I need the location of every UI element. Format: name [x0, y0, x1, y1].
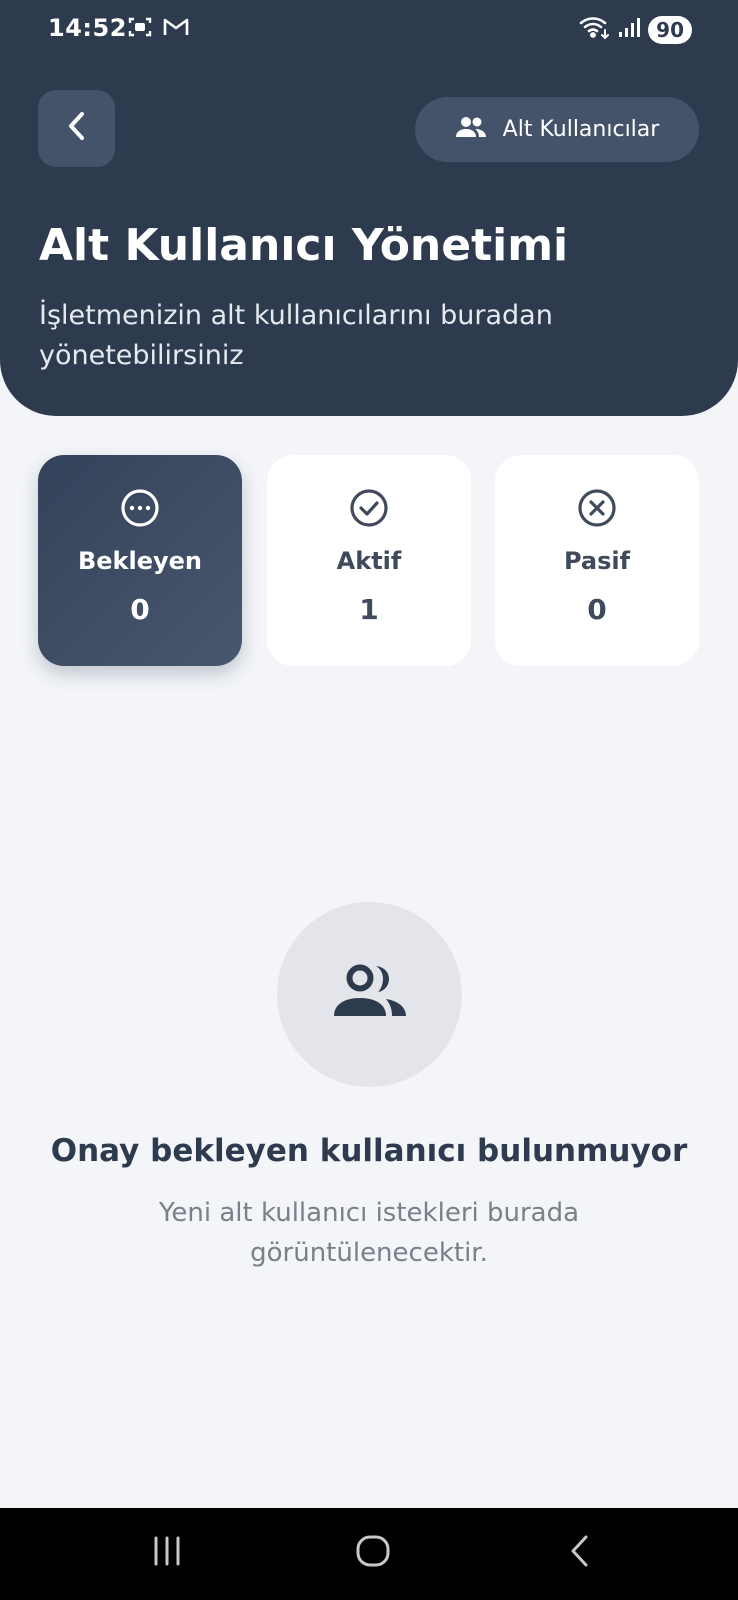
battery-badge: 90 — [648, 15, 692, 44]
status-time: 14:52 — [48, 14, 127, 42]
navigation-bar — [0, 1508, 738, 1600]
wifi-icon — [578, 14, 610, 45]
stat-card-passive[interactable]: Pasif 0 — [495, 455, 699, 666]
users-icon — [455, 115, 487, 145]
users-icon — [330, 962, 410, 1027]
empty-state-illustration — [277, 902, 462, 1087]
stat-value-active: 1 — [359, 593, 379, 626]
empty-state-title: Onay bekleyen kullanıcı bulunmuyor — [50, 1133, 688, 1169]
status-bar: 14:52 90 — [0, 0, 738, 52]
screen-record-icon — [128, 16, 152, 43]
sub-users-button[interactable]: Alt Kullanıcılar — [415, 97, 699, 162]
stat-card-active[interactable]: Aktif 1 — [267, 455, 471, 666]
header: Alt Kullanıcılar Alt Kullanıcı Yönetimi … — [0, 52, 738, 416]
pending-dots-icon — [119, 487, 161, 529]
status-icons-left — [128, 16, 190, 43]
stat-card-pending[interactable]: Bekleyen 0 — [38, 455, 242, 666]
chevron-left-icon — [63, 108, 91, 149]
stat-value-passive: 0 — [587, 593, 607, 626]
back-icon[interactable] — [566, 1534, 594, 1573]
back-button[interactable] — [38, 90, 115, 167]
empty-state-description: Yeni alt kullanıcı istekleri burada görü… — [158, 1198, 580, 1268]
gmail-icon — [162, 16, 190, 43]
stat-value-pending: 0 — [130, 593, 150, 626]
home-icon[interactable] — [355, 1534, 391, 1573]
x-circle-icon — [576, 487, 618, 529]
sub-users-button-label: Alt Kullanıcılar — [502, 117, 660, 142]
stat-label-pending: Bekleyen — [77, 547, 203, 575]
check-circle-icon — [348, 487, 390, 529]
recent-apps-icon[interactable] — [150, 1534, 184, 1573]
signal-icon — [618, 16, 641, 43]
page-subtitle: İşletmenizin alt kullanıcılarını buradan… — [39, 300, 553, 371]
page-title: Alt Kullanıcı Yönetimi — [39, 220, 569, 271]
stat-label-passive: Pasif — [563, 547, 631, 575]
stat-label-active: Aktif — [336, 547, 402, 575]
status-icons-right: 90 — [578, 14, 692, 45]
